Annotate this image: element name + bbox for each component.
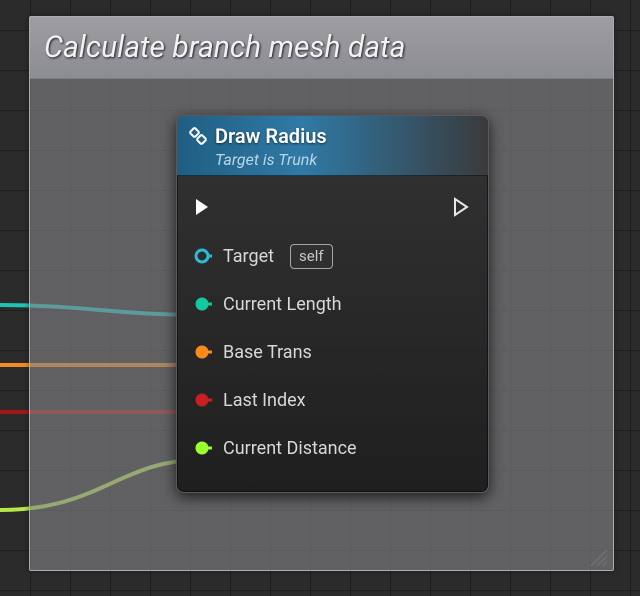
node-subtitle: Target is Trunk: [215, 150, 476, 169]
pin-icon[interactable]: [193, 390, 213, 410]
node-header[interactable]: Draw Radius Target is Trunk: [177, 116, 488, 176]
comment-group-title[interactable]: Calculate branch mesh data: [30, 17, 613, 79]
pin-icon[interactable]: [193, 246, 213, 266]
function-node-draw-radius[interactable]: Draw Radius Target is Trunk Target self: [176, 115, 489, 493]
pin-row-last-index[interactable]: Last Index: [193, 376, 472, 424]
function-icon: [189, 127, 207, 145]
pin-label-target: Target: [223, 246, 274, 267]
pin-icon[interactable]: [193, 342, 213, 362]
pin-label-current-length: Current Length: [223, 294, 342, 315]
pin-row-target[interactable]: Target self: [193, 232, 472, 280]
pin-row-base-trans[interactable]: Base Trans: [193, 328, 472, 376]
pin-label-last-index: Last Index: [223, 390, 306, 411]
pin-row-current-distance[interactable]: Current Distance: [193, 424, 472, 472]
node-title: Draw Radius: [215, 124, 327, 148]
resize-handle-icon[interactable]: [587, 546, 609, 568]
self-default-pill[interactable]: self: [290, 244, 333, 269]
pin-row-current-length[interactable]: Current Length: [193, 280, 472, 328]
pin-label-base-trans: Base Trans: [223, 342, 312, 363]
pin-label-current-distance: Current Distance: [223, 438, 357, 459]
pin-icon[interactable]: [193, 294, 213, 314]
pin-icon[interactable]: [193, 438, 213, 458]
node-body: Target self Current Length Base Trans La…: [177, 176, 488, 482]
exec-input-pin[interactable]: [193, 197, 213, 217]
exec-output-pin[interactable]: [452, 197, 472, 217]
